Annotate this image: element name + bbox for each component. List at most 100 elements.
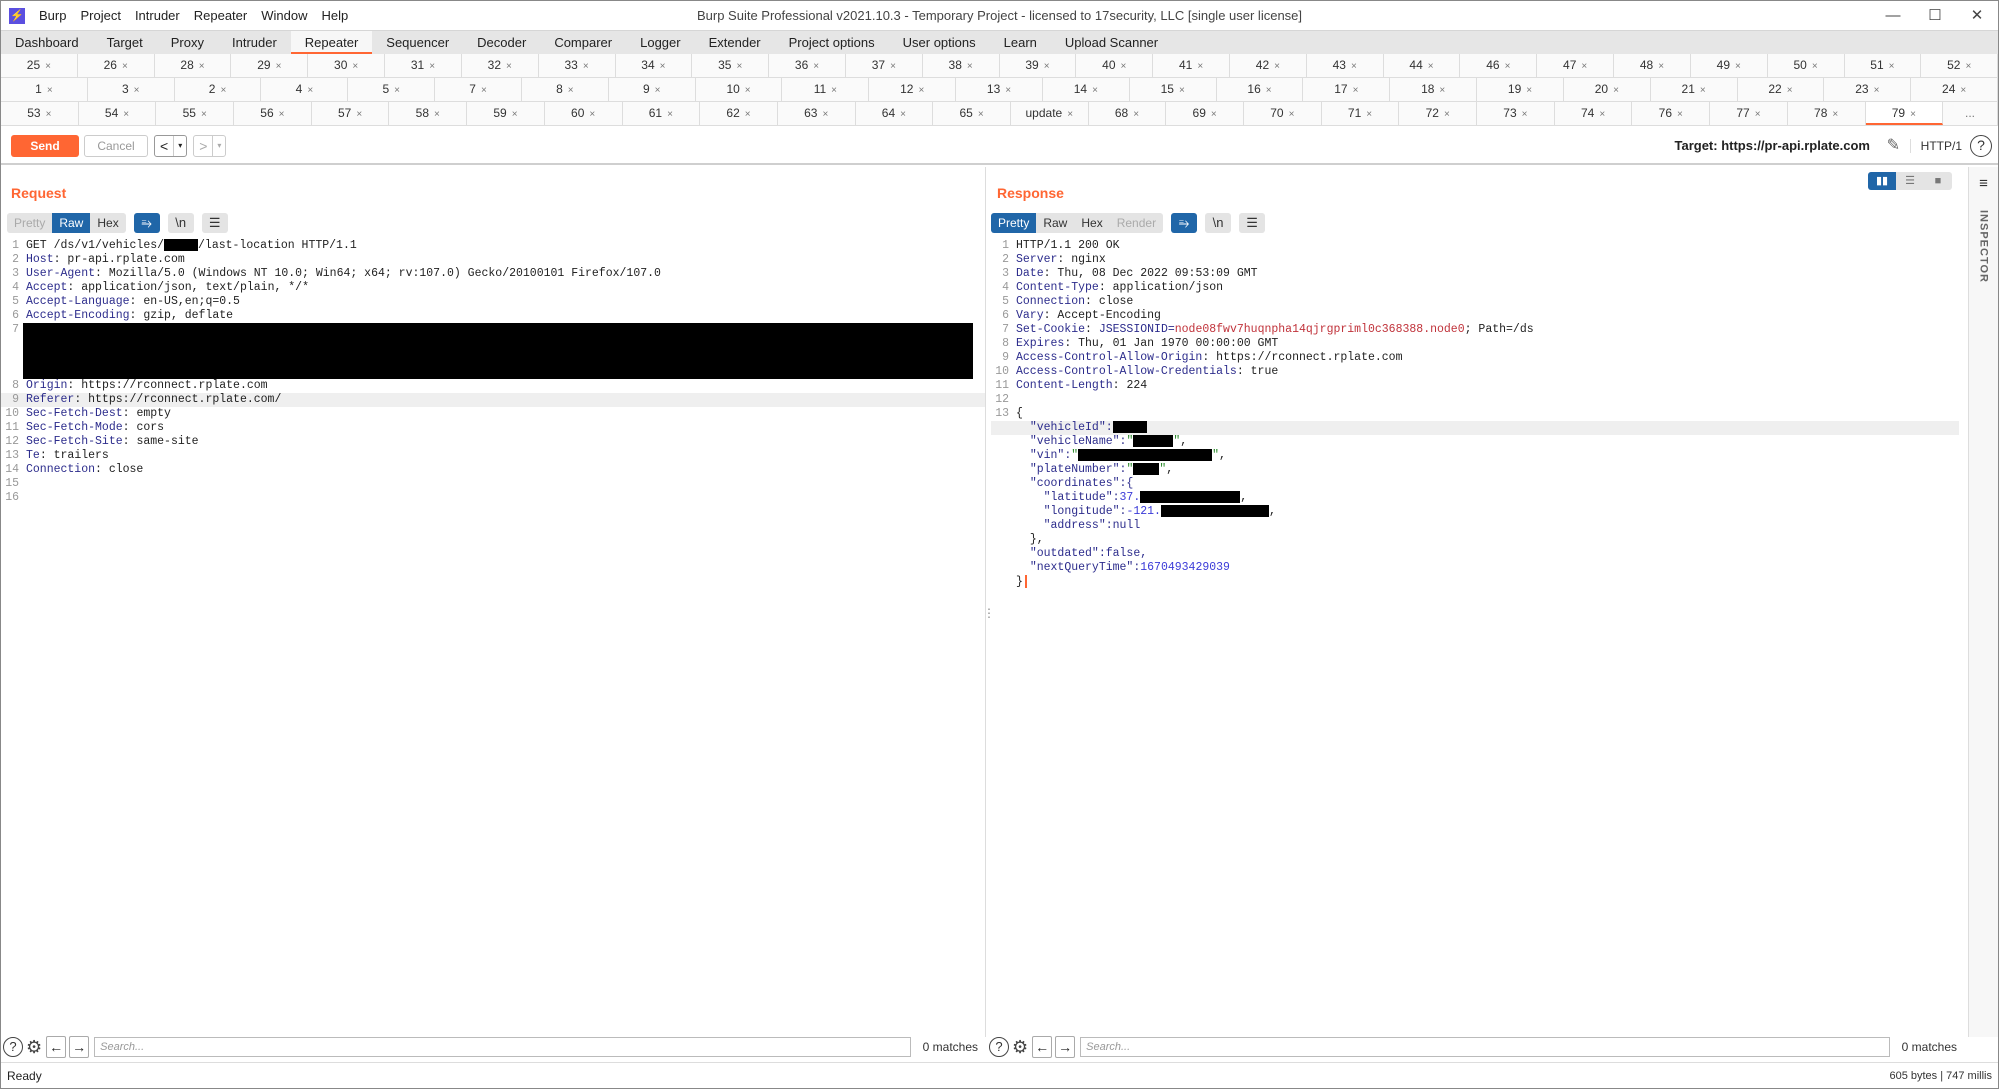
close-tab-icon[interactable]: × [1787,85,1793,96]
repeater-tab-58[interactable]: 58 × [389,102,468,125]
repeater-tab-56[interactable]: 56 × [234,102,312,125]
previous-match-icon[interactable]: ← [1032,1036,1053,1058]
repeater-tab-46[interactable]: 46 × [1460,54,1538,77]
close-tab-icon[interactable]: × [1526,85,1532,96]
repeater-tab-17[interactable]: 17 × [1303,78,1391,101]
close-tab-icon[interactable]: × [45,61,51,72]
repeater-tab-28[interactable]: 28 × [154,54,232,77]
close-tab-icon[interactable]: × [394,85,400,96]
edit-target-icon[interactable]: ✎ [1887,135,1900,155]
close-tab-icon[interactable]: × [568,85,574,96]
close-tab-icon[interactable]: × [1812,61,1818,72]
tab-logger[interactable]: Logger [626,31,694,54]
close-tab-icon[interactable]: × [46,109,52,120]
tab-sequencer[interactable]: Sequencer [372,31,463,54]
repeater-tab-21[interactable]: 21 × [1650,78,1738,101]
close-tab-icon[interactable]: × [134,85,140,96]
repeater-tab-41[interactable]: 41 × [1153,54,1230,77]
repeater-tab-38[interactable]: 38 × [922,54,1000,77]
close-tab-icon[interactable]: × [1874,85,1880,96]
repeater-tab-68[interactable]: 68 × [1088,102,1167,125]
close-tab-icon[interactable]: × [1677,109,1683,120]
next-match-icon[interactable]: → [69,1036,90,1058]
repeater-tab-26[interactable]: 26 × [77,54,155,77]
menu-intruder[interactable]: Intruder [135,8,180,23]
back-dropdown-icon[interactable]: ▾ [173,136,186,156]
menu-help[interactable]: Help [321,8,348,23]
repeater-tab-32[interactable]: 32 × [461,54,539,77]
repeater-tab-73[interactable]: 73 × [1477,102,1555,125]
repeater-tab-update[interactable]: update × [1010,102,1089,125]
repeater-tab-40[interactable]: 40 × [1076,54,1154,77]
close-tab-icon[interactable]: × [220,85,226,96]
tab-extender[interactable]: Extender [695,31,775,54]
response-tab-hex[interactable]: Hex [1074,213,1110,233]
repeater-tab-8[interactable]: 8 × [521,78,609,101]
repeater-tab-44[interactable]: 44 × [1383,54,1461,77]
close-tab-icon[interactable]: × [352,61,358,72]
help-icon[interactable]: ? [1970,135,1992,157]
request-tab-hex[interactable]: Hex [90,213,126,233]
close-tab-icon[interactable]: × [1067,109,1073,120]
repeater-tab-33[interactable]: 33 × [538,54,616,77]
repeater-tab-3[interactable]: 3 × [87,78,175,101]
gear-icon[interactable]: ⚙ [1012,1037,1028,1058]
send-button[interactable]: Send [11,135,79,157]
close-tab-icon[interactable]: × [1266,85,1272,96]
repeater-tab-31[interactable]: 31 × [385,54,462,77]
request-search-input[interactable] [94,1037,911,1057]
close-tab-icon[interactable]: × [813,61,819,72]
close-tab-icon[interactable]: × [1889,61,1895,72]
close-tab-icon[interactable]: × [434,109,440,120]
maximize-icon[interactable]: ☐ [1914,1,1956,30]
repeater-tab-62[interactable]: 62 × [700,102,778,125]
close-tab-icon[interactable]: × [429,61,435,72]
repeater-tab-70[interactable]: 70 × [1244,102,1322,125]
close-tab-icon[interactable]: × [1439,85,1445,96]
tab-user-options[interactable]: User options [889,31,990,54]
layout-stacked-icon[interactable]: ☰ [1896,172,1924,190]
repeater-tab-4[interactable]: 4 × [261,78,349,101]
response-tab-pretty[interactable]: Pretty [991,213,1037,233]
close-tab-icon[interactable]: × [1044,61,1050,72]
layout-tabs-icon[interactable]: ■ [1924,172,1952,190]
close-tab-icon[interactable]: × [589,109,595,120]
response-tab-render[interactable]: Render [1109,213,1164,233]
help-icon[interactable]: ? [989,1037,1009,1057]
close-tab-icon[interactable]: × [1289,109,1295,120]
menu-window[interactable]: Window [261,8,307,23]
close-icon[interactable]: ✕ [1956,1,1998,30]
close-tab-icon[interactable]: × [1444,109,1450,120]
repeater-tab-14[interactable]: 14 × [1042,78,1130,101]
repeater-tab-64[interactable]: 64 × [855,102,934,125]
close-tab-icon[interactable]: × [276,61,282,72]
repeater-tab-12[interactable]: 12 × [869,78,957,101]
close-tab-icon[interactable]: × [1121,61,1127,72]
close-tab-icon[interactable]: × [655,85,661,96]
repeater-tab-16[interactable]: 16 × [1216,78,1304,101]
tab-learn[interactable]: Learn [990,31,1051,54]
inspector-tab[interactable]: INSPECTOR [1978,210,1990,283]
repeater-tab-63[interactable]: 63 × [777,102,856,125]
repeater-tab-60[interactable]: 60 × [544,102,623,125]
close-tab-icon[interactable]: × [1133,109,1139,120]
close-tab-icon[interactable]: × [512,109,518,120]
repeater-tab-59[interactable]: 59 × [467,102,545,125]
wrap-lines-icon[interactable]: ⥱ [133,213,160,233]
response-tab-raw[interactable]: Raw [1036,213,1075,233]
minimize-icon[interactable]: — [1872,1,1914,30]
tab-comparer[interactable]: Comparer [540,31,626,54]
repeater-tab-19[interactable]: 19 × [1477,78,1564,101]
wrap-lines-icon[interactable]: ⥱ [1171,213,1198,233]
repeater-tab-35[interactable]: 35 × [692,54,770,77]
repeater-tab-78[interactable]: 78 × [1787,102,1866,125]
repeater-tab-47[interactable]: 47 × [1537,54,1615,77]
close-tab-icon[interactable]: × [1274,61,1280,72]
close-tab-icon[interactable]: × [201,109,207,120]
close-tab-icon[interactable]: × [1613,85,1619,96]
repeater-tab-11[interactable]: 11 × [782,78,870,101]
close-tab-icon[interactable]: × [583,61,589,72]
show-newlines-icon[interactable]: \n [167,213,194,233]
repeater-tab-22[interactable]: 22 × [1737,78,1825,101]
repeater-tab-74[interactable]: 74 × [1554,102,1633,125]
